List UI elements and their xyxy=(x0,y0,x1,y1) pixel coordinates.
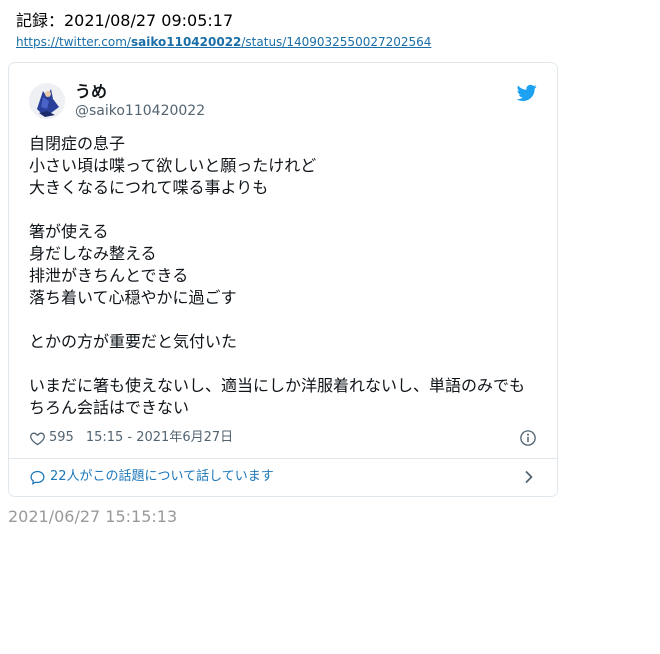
embedded-tweet-card: うめ @saiko110420022 自閉症の息子 小さい頃は喋って欲しいと願っ… xyxy=(8,62,558,497)
tweet-body: 自閉症の息子 小さい頃は喋って欲しいと願ったけれど 大きくなるにつれて喋る事より… xyxy=(29,133,539,419)
heart-icon[interactable] xyxy=(29,430,46,447)
tweet-line: ちろん会話はできない xyxy=(29,398,190,417)
tweet-line xyxy=(29,199,539,221)
capture-date: 2021/06/27 15:15:13 xyxy=(8,507,178,526)
info-icon[interactable] xyxy=(519,429,537,447)
like-count[interactable]: 595 xyxy=(49,429,74,447)
tweet-line: とかの方が重要だと気付いた xyxy=(29,332,238,351)
tweet-line: 小さい頃は喋って欲しいと願ったけれど xyxy=(29,156,317,175)
tweet-line: 自閉症の息子 xyxy=(29,134,126,153)
tweet-meta: 595 15:15 - 2021年6月27日 xyxy=(29,429,233,447)
source-link-suffix: /status/1409032550027202564 xyxy=(241,35,432,49)
tweet-line: いまだに箸も使えないし、適当にしか洋服着れないし、単語のみでも xyxy=(29,376,526,395)
tweet-timestamp[interactable]: 15:15 - 2021年6月27日 xyxy=(86,429,233,447)
tweet-line: 排泄がきちんとできる xyxy=(29,266,189,285)
source-link-user: saiko110420022 xyxy=(130,35,242,49)
author-display-name[interactable]: うめ xyxy=(75,82,107,102)
card-divider xyxy=(9,458,557,459)
chevron-right-icon[interactable] xyxy=(522,470,536,484)
tweet-line: 箸が使える xyxy=(29,222,109,241)
record-timestamp: 記録：2021/08/27 09:05:17 xyxy=(16,11,234,30)
conversation-link[interactable]: 22人がこの話題について話しています xyxy=(29,468,274,486)
source-tweet-link[interactable]: https://twitter.com/saiko110420022/statu… xyxy=(16,35,431,49)
twitter-bird-icon[interactable] xyxy=(517,84,537,102)
tweet-line: 身だしなみ整える xyxy=(29,244,157,263)
tweet-line: 落ち着いて心穏やかに過ごす xyxy=(29,288,237,307)
tweet-line: 大きくなるにつれて喋る事よりも xyxy=(29,178,269,197)
source-link-prefix: https://twitter.com/ xyxy=(16,35,131,49)
tweet-line xyxy=(29,353,539,375)
author-handle[interactable]: @saiko110420022 xyxy=(75,102,205,120)
avatar[interactable] xyxy=(29,83,65,119)
speech-bubble-icon xyxy=(30,470,45,485)
tweet-line xyxy=(29,309,539,331)
conversation-label: 22人がこの話題について話しています xyxy=(50,469,274,484)
